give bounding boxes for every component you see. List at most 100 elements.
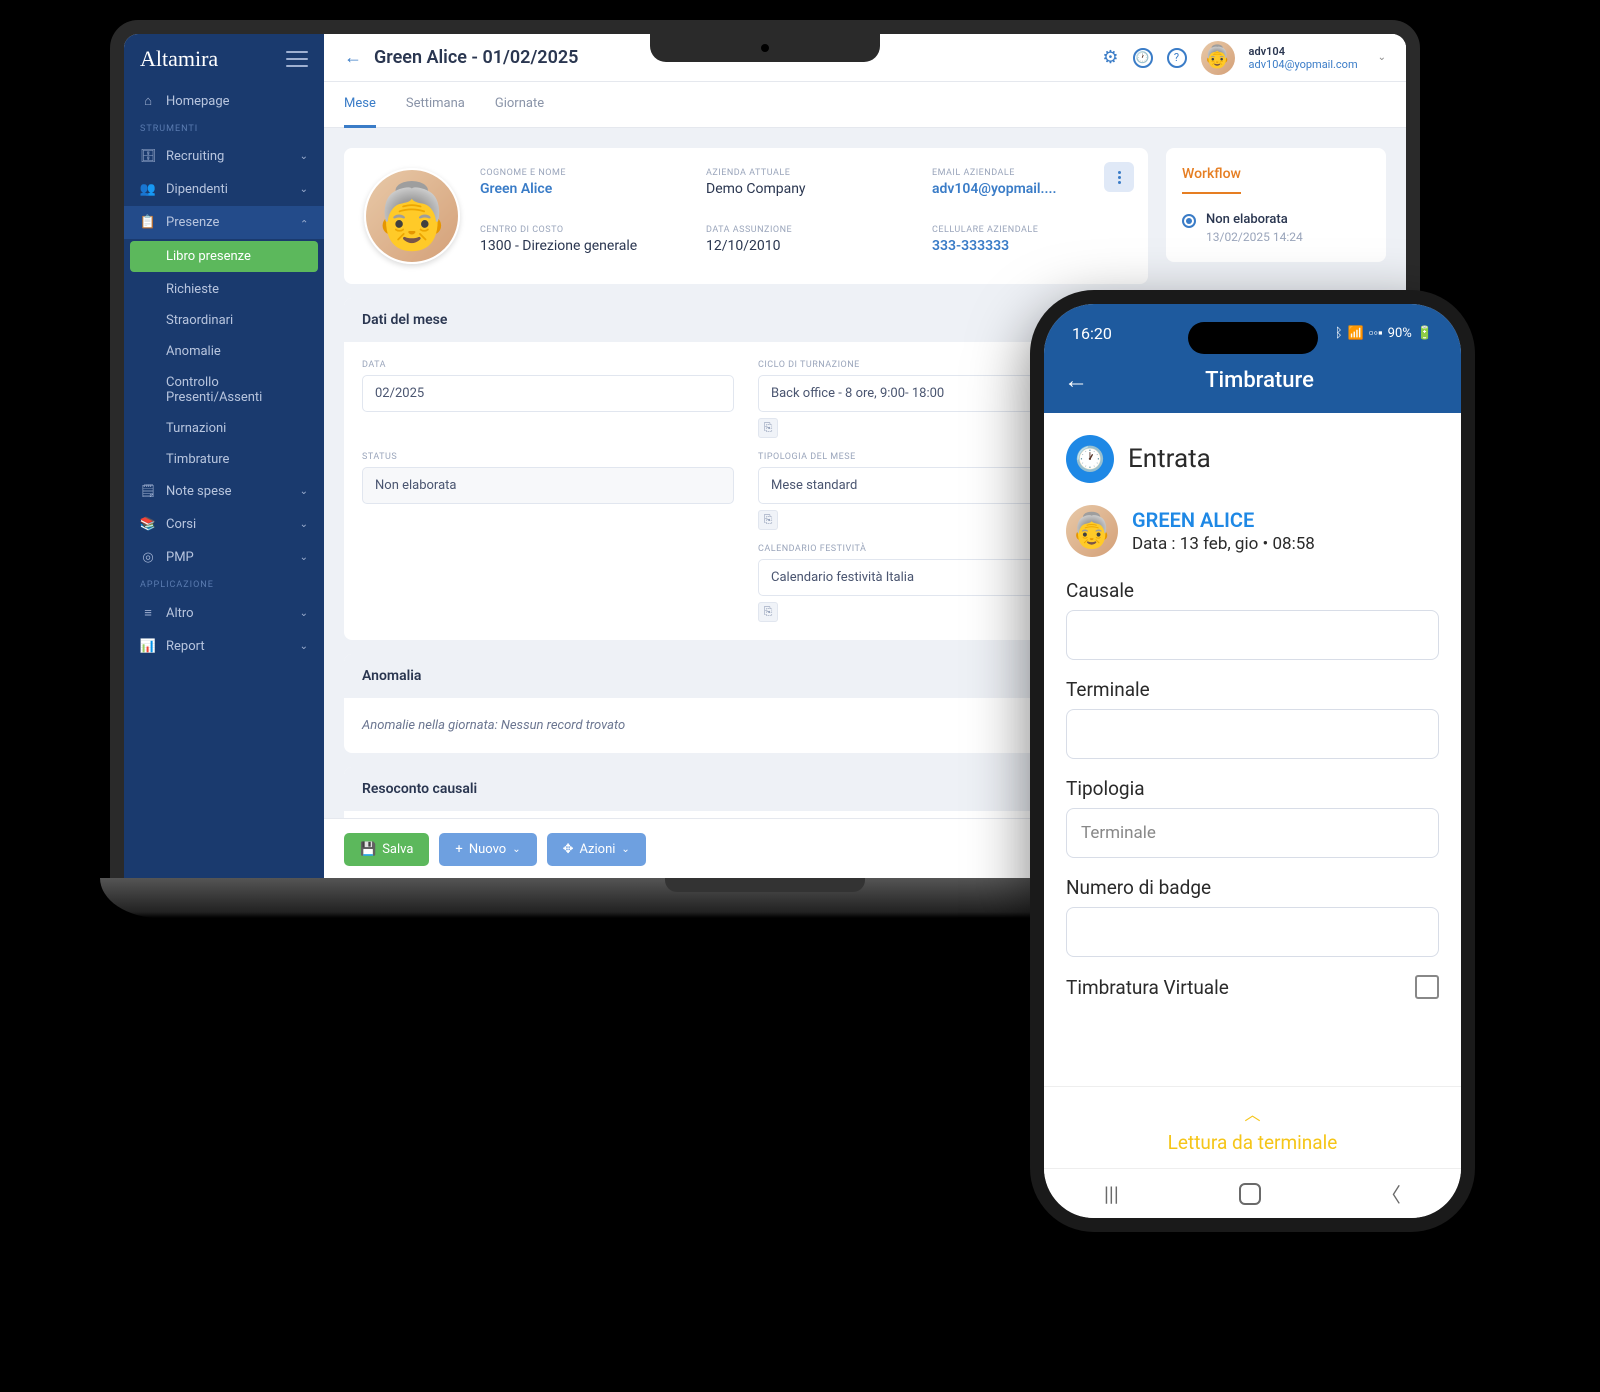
radio-icon[interactable] <box>1182 214 1196 228</box>
field-label: Causale <box>1066 579 1439 602</box>
clock-icon[interactable]: 🕐 <box>1133 48 1153 68</box>
person-email[interactable]: adv104@yopmail.... <box>932 181 1128 197</box>
field-label: AZIENDA ATTUALE <box>706 168 902 178</box>
sidebar-item-dipendenti[interactable]: 👥 Dipendenti ⌄ <box>124 173 324 206</box>
field-label: COGNOME E NOME <box>480 168 676 178</box>
target-icon: ◎ <box>140 550 156 565</box>
copy-icon[interactable]: ⎘ <box>758 602 778 622</box>
menu-toggle-icon[interactable] <box>286 51 308 67</box>
sidebar-sub-libro[interactable]: Libro presenze <box>130 241 318 272</box>
sidebar-sub-straordinari[interactable]: Straordinari <box>124 305 324 336</box>
back-icon[interactable]: ← <box>344 47 362 68</box>
field-label: Timbratura Virtuale <box>1066 976 1229 999</box>
chevron-down-icon: ⌄ <box>300 641 308 652</box>
chevron-down-icon: ⌄ <box>300 184 308 195</box>
person-company: Demo Company <box>706 181 902 197</box>
phone-navbar: ||| 〈 <box>1044 1168 1461 1218</box>
sidebar-item-pmp[interactable]: ◎ PMP ⌄ <box>124 541 324 574</box>
section-header: Dati del mese <box>344 298 1148 342</box>
page-title: Green Alice - 01/02/2025 <box>374 47 578 68</box>
nav-home-icon[interactable] <box>1239 1183 1261 1205</box>
terminale-input[interactable] <box>1066 709 1439 759</box>
footer-text: Lettura da terminale <box>1168 1131 1338 1154</box>
back-icon[interactable]: ← <box>1064 366 1088 395</box>
sidebar-item-presenze[interactable]: 📋 Presenze ⌄ <box>124 206 324 239</box>
dati-mese-card: Dati del mese DATA CICLO DI TURNAZ <box>344 298 1148 640</box>
sidebar-sub-turnazioni[interactable]: Turnazioni <box>124 413 324 444</box>
calendar-icon: 📋 <box>140 215 156 230</box>
bluetooth-icon: ᛒ <box>1335 326 1343 341</box>
phone-footer[interactable]: ︿ Lettura da terminale <box>1044 1086 1461 1168</box>
person-cost: 1300 - Direzione generale <box>480 238 676 254</box>
copy-icon[interactable]: ⎘ <box>758 418 778 438</box>
sidebar-item-corsi[interactable]: 📚 Corsi ⌄ <box>124 508 324 541</box>
field-label: DATA ASSUNZIONE <box>706 225 902 235</box>
nuovo-button[interactable]: +Nuovo⌄ <box>439 833 536 866</box>
user-menu[interactable]: adv104 adv104@yopmail.com <box>1249 45 1358 71</box>
sidebar-sub-richieste[interactable]: Richieste <box>124 274 324 305</box>
virtuale-checkbox[interactable] <box>1415 975 1439 999</box>
field-label: DATA <box>362 360 734 370</box>
sidebar-label: Altro <box>166 606 194 621</box>
workflow-title: Workflow <box>1182 166 1241 194</box>
nav-back-icon[interactable]: 〈 <box>1381 1179 1401 1208</box>
plus-icon: + <box>455 842 462 857</box>
help-icon[interactable]: ? <box>1167 48 1187 68</box>
copy-icon[interactable]: ⎘ <box>758 510 778 530</box>
mobile-user-date: Data : 13 feb, gio • 08:58 <box>1132 534 1315 554</box>
chevron-down-icon[interactable]: ⌄ <box>1378 52 1386 63</box>
note-icon: 🗒 <box>140 484 156 499</box>
sidebar-item-recruiting[interactable]: 🗄 Recruiting ⌄ <box>124 140 324 173</box>
sidebar-item-report[interactable]: 📊 Report ⌄ <box>124 630 324 663</box>
data-input[interactable] <box>362 375 734 412</box>
field-label: EMAIL AZIENDALE <box>932 168 1128 178</box>
salva-button[interactable]: 💾Salva <box>344 833 429 866</box>
phone-header: ← Timbrature <box>1044 362 1461 413</box>
sidebar-label: Homepage <box>166 94 230 109</box>
workflow-date: 13/02/2025 14:24 <box>1206 230 1303 244</box>
home-icon: ⌂ <box>140 93 156 109</box>
chevron-up-icon: ⌄ <box>300 217 308 228</box>
tab-mese[interactable]: Mese <box>344 82 376 128</box>
sidebar-label: Note spese <box>166 484 232 499</box>
field-label: Numero di badge <box>1066 876 1439 899</box>
person-phone[interactable]: 333-333333 <box>932 238 1128 254</box>
tab-giornate[interactable]: Giornate <box>495 82 544 127</box>
field-label: Terminale <box>1066 678 1439 701</box>
sidebar-item-altro[interactable]: ≡ Altro ⌄ <box>124 596 324 630</box>
gear-icon[interactable]: ⚙ <box>1102 47 1118 68</box>
chevron-down-icon: ⌄ <box>300 519 308 530</box>
workflow-card: Workflow Non elaborata 13/02/2025 14:24 <box>1166 148 1386 262</box>
sidebar-item-homepage[interactable]: ⌂ Homepage <box>124 84 324 118</box>
sidebar-section-app: APPLICAZIONE <box>124 574 324 596</box>
chevron-down-icon: ⌄ <box>621 844 629 855</box>
causale-input[interactable] <box>1066 610 1439 660</box>
sidebar-item-note[interactable]: 🗒 Note spese ⌄ <box>124 475 324 508</box>
person-hire: 12/10/2010 <box>706 238 902 254</box>
anomalia-card: Anomalia Anomalie nella giornata: Nessun… <box>344 654 1148 753</box>
sidebar-sub-timbrature[interactable]: Timbrature <box>124 444 324 475</box>
badge-input[interactable] <box>1066 907 1439 957</box>
tab-settimana[interactable]: Settimana <box>406 82 465 127</box>
sidebar-label: Corsi <box>166 517 196 532</box>
tipologia-input[interactable] <box>1066 808 1439 858</box>
section-header: Anomalia <box>344 654 1148 698</box>
chevron-up-icon: ︿ <box>1044 1101 1461 1125</box>
resoconto-card: Resoconto causali CODICE CAUSALE DURATA/… <box>344 767 1148 818</box>
briefcase-icon: 🗄 <box>140 149 156 164</box>
field-label: CELLULARE AZIENDALE <box>932 225 1128 235</box>
workflow-status: Non elaborata <box>1206 212 1303 227</box>
sidebar-sub-anomalie[interactable]: Anomalie <box>124 336 324 367</box>
person-name[interactable]: Green Alice <box>480 181 676 197</box>
sidebar-label: Dipendenti <box>166 182 228 197</box>
sidebar-sub-controllo[interactable]: Controllo Presenti/Assenti <box>124 367 324 413</box>
mobile-user-name: GREEN ALICE <box>1132 508 1315 532</box>
chevron-down-icon: ⌄ <box>300 151 308 162</box>
avatar[interactable] <box>1201 41 1235 75</box>
card-menu-button[interactable] <box>1104 162 1134 192</box>
nav-recent-icon[interactable]: ||| <box>1104 1182 1119 1206</box>
sidebar-label: Report <box>166 639 205 654</box>
azioni-button[interactable]: ✥Azioni⌄ <box>547 833 646 866</box>
wifi-icon: 📶 <box>1348 326 1364 341</box>
avatar <box>1066 505 1118 557</box>
